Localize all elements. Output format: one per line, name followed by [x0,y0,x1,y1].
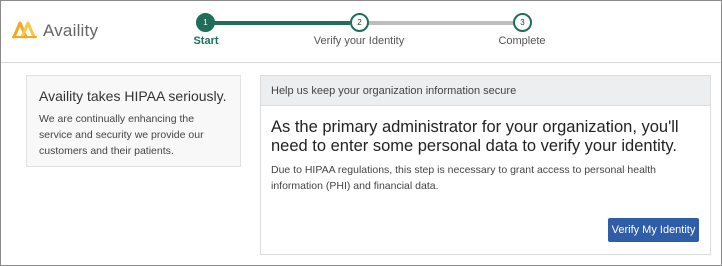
header: Availity 1 2 3 Start Verify your Identit… [1,1,721,63]
info-card-body: We are continually enhancing the service… [39,113,204,157]
info-card-title: Availity takes HIPAA seriously. [39,88,227,104]
page-frame: Availity 1 2 3 Start Verify your Identit… [0,0,722,266]
hipaa-info-card: Availity takes HIPAA seriously. We are c… [26,75,241,167]
panel-description: Due to HIPAA regulations, this step is n… [271,164,657,192]
panel-header: Help us keep your organization informati… [261,76,710,106]
panel-body: As the primary administrator for your or… [261,106,710,206]
step-2-label: Verify your Identity [313,35,405,47]
verify-panel: Help us keep your organization informati… [260,75,711,255]
step-3-label: Complete [498,35,546,47]
step-1-indicator: 1 [196,13,215,32]
verify-my-identity-button[interactable]: Verify My Identity [608,218,699,242]
step-connector-2 [368,21,514,25]
step-2-indicator: 2 [350,13,369,32]
step-connector-1 [213,21,350,25]
step-3-indicator: 3 [513,13,532,32]
step-1-label: Start [193,35,219,47]
progress-stepper: 1 2 3 Start Verify your Identity Complet… [1,1,721,63]
panel-lead-text: As the primary administrator for your or… [271,118,679,155]
